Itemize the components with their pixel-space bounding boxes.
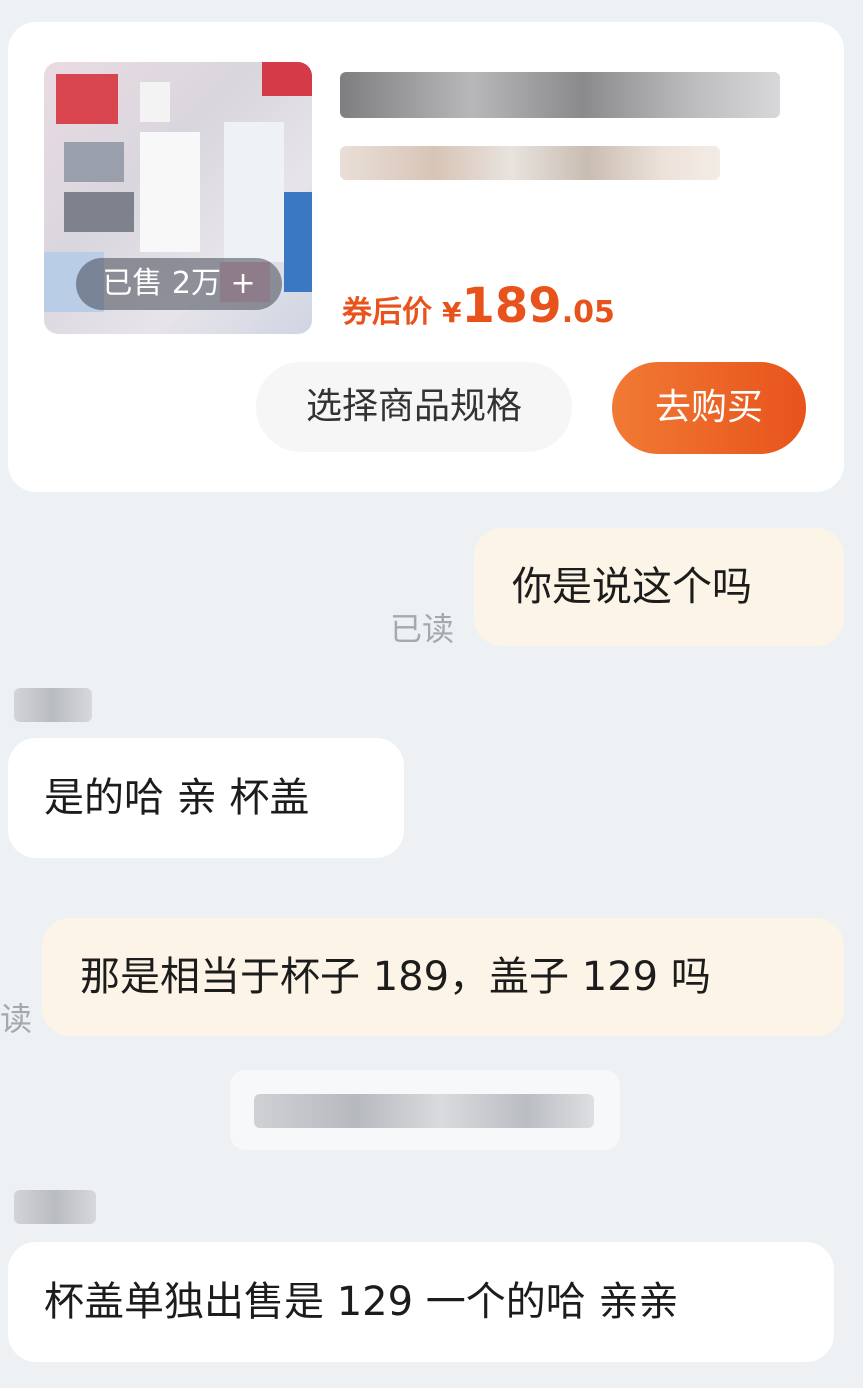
message-text: 那是相当于杯子 189，盖子 129 吗 <box>80 954 711 1000</box>
message-text: 你是说这个吗 <box>512 564 752 610</box>
product-card[interactable]: 已售 2万 + 券后价 ¥189.05 选择商品规格 去购买 <box>8 22 844 492</box>
price-label: 券后价 <box>342 295 432 330</box>
sender-name-blurred <box>14 1190 96 1224</box>
read-status: 已读 <box>390 610 455 648</box>
product-tags-blurred <box>340 146 720 180</box>
message-text: 是的哈 亲 杯盖 <box>44 775 310 821</box>
product-title-blurred <box>340 72 780 118</box>
system-notice-blurred <box>230 1070 620 1150</box>
read-status: 读 <box>0 1000 33 1038</box>
sold-count-badge: 已售 2万 + <box>76 258 282 310</box>
message-text: 杯盖单独出售是 129 一个的哈 亲亲 <box>44 1279 679 1325</box>
price-currency: ¥ <box>442 296 462 329</box>
price: 券后价 ¥189.05 <box>342 278 615 334</box>
price-decimal: .05 <box>561 295 615 330</box>
sender-name-blurred <box>14 688 92 722</box>
message-bubble-outgoing[interactable]: 你是说这个吗 <box>474 528 844 646</box>
select-spec-button[interactable]: 选择商品规格 <box>256 362 572 452</box>
message-bubble-outgoing[interactable]: 那是相当于杯子 189，盖子 129 吗 <box>42 918 844 1036</box>
buy-button[interactable]: 去购买 <box>612 362 806 454</box>
message-bubble-incoming[interactable]: 杯盖单独出售是 129 一个的哈 亲亲 <box>8 1242 834 1362</box>
message-bubble-incoming[interactable]: 是的哈 亲 杯盖 <box>8 738 404 858</box>
price-integer: 189 <box>461 278 562 334</box>
